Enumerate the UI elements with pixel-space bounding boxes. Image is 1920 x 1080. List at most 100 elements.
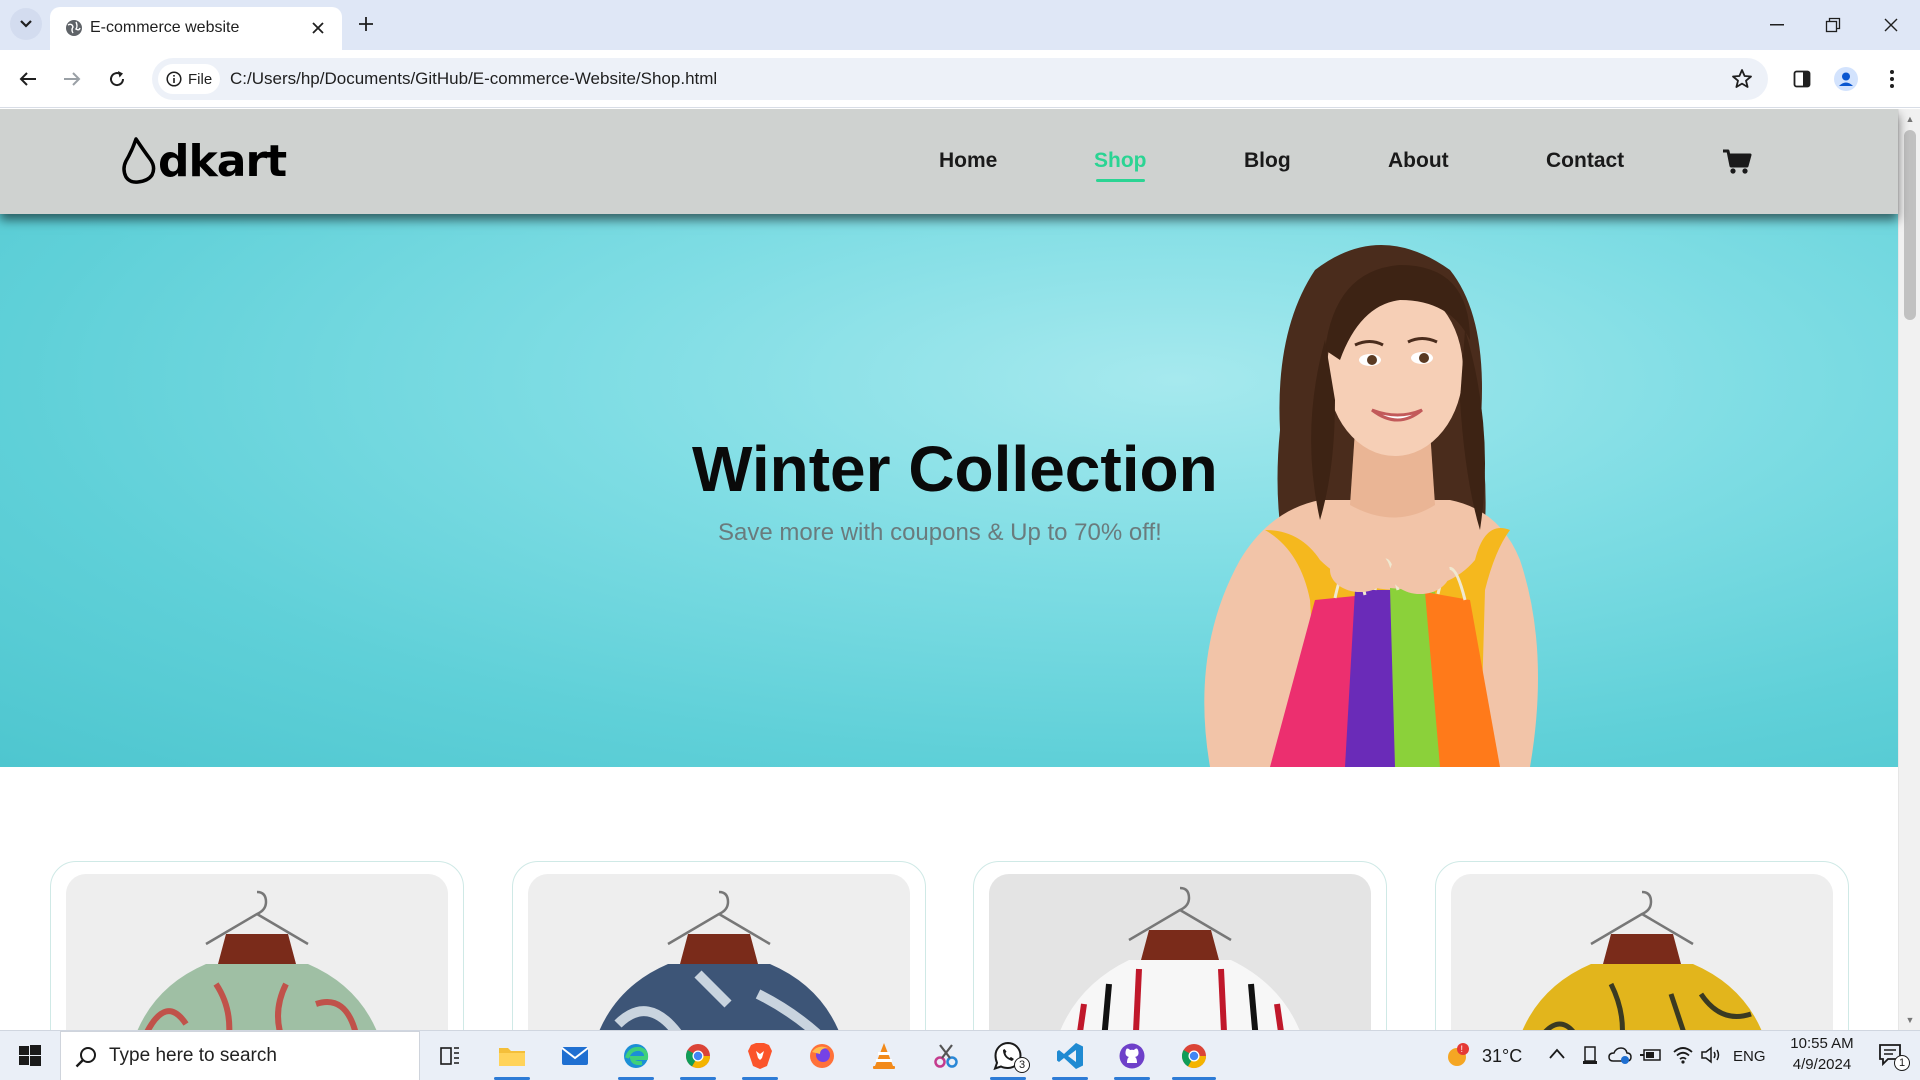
shirt-image (599, 890, 839, 1030)
product-card[interactable] (1435, 861, 1849, 1030)
page-viewport: dkart Home Shop Blog About Contact Winte… (0, 109, 1920, 1030)
device-icon[interactable] (1582, 1046, 1598, 1066)
tab-search-button[interactable] (10, 8, 42, 40)
nav-shop[interactable]: Shop (1094, 149, 1147, 182)
close-icon (312, 22, 324, 34)
new-tab-button[interactable] (352, 10, 380, 38)
windows-logo-icon (19, 1045, 41, 1066)
site-info-chip[interactable]: File (158, 64, 220, 94)
logo-bag-icon (122, 137, 156, 184)
shopping-cart-icon[interactable] (1722, 149, 1752, 175)
vscode-icon (1057, 1043, 1083, 1069)
hero-banner: Winter Collection Save more with coupons… (0, 214, 1898, 767)
info-icon (166, 71, 182, 87)
scroll-thumb[interactable] (1904, 130, 1916, 320)
close-window-button[interactable] (1868, 0, 1914, 50)
browser-tab-strip: E-commerce website (0, 0, 1920, 50)
close-icon (1884, 18, 1898, 32)
start-button[interactable] (10, 1041, 50, 1071)
product-card[interactable] (50, 861, 464, 1030)
product-card[interactable] (512, 861, 926, 1030)
chevron-up-icon[interactable] (1549, 1048, 1565, 1060)
menu-button[interactable] (1876, 63, 1908, 95)
taskbar-github-desktop[interactable] (1110, 1036, 1154, 1080)
nav-contact[interactable]: Contact (1546, 149, 1624, 173)
bookmark-star-icon[interactable] (1730, 67, 1754, 91)
taskbar-edge[interactable] (614, 1036, 658, 1080)
product-image-yellow-leaf-shirt (1451, 874, 1833, 1030)
minimize-button[interactable] (1754, 0, 1800, 50)
taskbar-firefox[interactable] (800, 1036, 844, 1076)
globe-icon (66, 20, 82, 36)
back-button[interactable] (12, 63, 44, 95)
browser-tab[interactable]: E-commerce website (50, 7, 342, 50)
taskbar-chrome-active[interactable] (1172, 1036, 1216, 1080)
site-logo[interactable]: dkart (122, 135, 287, 187)
tab-close-button[interactable] (306, 16, 330, 40)
task-view-button[interactable] (428, 1036, 472, 1076)
whatsapp-unread-badge: 3 (1014, 1057, 1030, 1073)
notification-center-button[interactable]: 1 (1870, 1041, 1910, 1071)
battery-icon[interactable] (1640, 1046, 1662, 1064)
side-panel-button[interactable] (1786, 63, 1818, 95)
taskbar-brave[interactable] (738, 1036, 782, 1080)
weather-temperature[interactable]: 31°C (1482, 1046, 1522, 1067)
taskbar-vlc[interactable] (862, 1036, 906, 1076)
nav-home[interactable]: Home (939, 149, 997, 173)
taskbar-whatsapp[interactable]: 3 (986, 1036, 1030, 1080)
vlc-icon (873, 1043, 895, 1069)
product-card[interactable] (973, 861, 1387, 1030)
edge-icon (624, 1044, 649, 1068)
address-bar[interactable]: File C:/Users/hp/Documents/GitHub/E-comm… (152, 58, 1768, 100)
forward-button[interactable] (56, 63, 88, 95)
wifi-icon[interactable] (1672, 1045, 1694, 1065)
tab-title: E-commerce website (90, 19, 240, 36)
reload-icon (110, 71, 125, 87)
restore-button[interactable] (1810, 0, 1856, 50)
site-header: dkart Home Shop Blog About Contact (0, 109, 1898, 214)
profile-icon (1834, 67, 1858, 91)
taskbar-vscode[interactable] (1048, 1036, 1092, 1080)
page-scrollbar[interactable]: ▲ ▼ (1898, 109, 1920, 1030)
more-vert-icon (1890, 70, 1894, 88)
taskbar-search-box[interactable]: Type here to search (60, 1031, 420, 1080)
scissors-icon (934, 1044, 958, 1068)
folder-icon (499, 1048, 525, 1066)
mail-icon (561, 1047, 589, 1065)
scroll-down-arrow[interactable]: ▼ (1904, 1014, 1916, 1026)
firefox-icon (810, 1044, 834, 1068)
onedrive-icon[interactable] (1608, 1045, 1632, 1065)
arrow-left-icon (19, 72, 36, 86)
weather-icon[interactable]: ! (1443, 1041, 1473, 1071)
product-image-striped-red-black-shirt (989, 874, 1371, 1030)
svg-text:!: ! (1461, 1044, 1464, 1054)
chevron-down-icon (20, 20, 32, 28)
url-text[interactable]: C:/Users/hp/Documents/GitHub/E-commerce-… (230, 69, 717, 89)
search-icon (75, 1047, 96, 1068)
taskbar-file-explorer[interactable] (490, 1036, 534, 1080)
shirt-image (1522, 890, 1762, 1030)
github-icon (1119, 1043, 1145, 1069)
volume-icon[interactable] (1700, 1045, 1722, 1065)
profile-button[interactable] (1830, 63, 1862, 95)
arrow-right-icon (64, 72, 81, 86)
scroll-up-arrow[interactable]: ▲ (1904, 113, 1916, 125)
hero-subtitle: Save more with coupons & Up to 70% off! (718, 519, 1162, 546)
taskbar-snipping-tool[interactable] (924, 1036, 968, 1076)
language-indicator[interactable]: ENG (1733, 1048, 1766, 1065)
taskbar-mail[interactable] (553, 1036, 597, 1076)
hero-title: Winter Collection (692, 433, 1218, 505)
shirt-image (1060, 886, 1300, 1030)
product-image-floral-green-shirt (66, 874, 448, 1030)
chrome-icon (685, 1044, 710, 1069)
nav-about[interactable]: About (1388, 149, 1449, 173)
hero-model-image (1204, 245, 1538, 767)
clock[interactable]: 10:55 AM 4/9/2024 (1780, 1035, 1864, 1073)
product-section (0, 767, 1898, 1030)
reload-button[interactable] (101, 63, 133, 95)
nav-blog[interactable]: Blog (1244, 149, 1291, 173)
taskbar-chrome[interactable] (676, 1036, 720, 1080)
product-image-blue-print-shirt (528, 874, 910, 1030)
notification-badge: 1 (1894, 1055, 1910, 1071)
shirt-image (137, 890, 377, 1030)
